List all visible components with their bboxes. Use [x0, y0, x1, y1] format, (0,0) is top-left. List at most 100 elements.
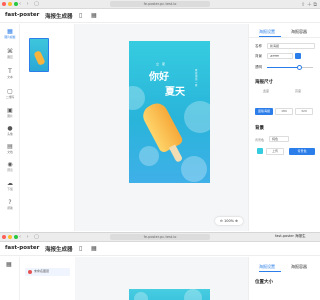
sidebar-item-image[interactable]: ▣ 图片: [0, 107, 20, 118]
sidebar-item-document[interactable]: ▤ 文档: [0, 143, 20, 154]
zoom-in-icon[interactable]: ⊕: [234, 219, 238, 223]
layer-list-item[interactable]: 未命名图层: [25, 268, 70, 276]
popsicle-thumbnail-image: [33, 50, 46, 66]
decor-bubble: [184, 101, 210, 133]
document-icon[interactable]: ▯: [79, 245, 82, 252]
page-thumbnails: [20, 24, 75, 231]
sidebar-item-text[interactable]: T 文本: [0, 68, 20, 79]
zoom-window-button[interactable]: [14, 235, 18, 239]
address-bar[interactable]: fe.poster.pc-test.io: [110, 234, 210, 240]
bg-mode-select[interactable]: 纯色: [269, 136, 289, 142]
app-header: fast-poster 海报生成器 ▯ ▦: [0, 9, 320, 23]
templates-icon[interactable]: ▦: [6, 261, 12, 268]
browser-window-secondary: ‹ › ▢ fe.poster.pc-test.io fast-poster 海…: [0, 232, 320, 300]
sidebar-item-templates[interactable]: ▦ 图片模板: [0, 28, 20, 39]
app-subtitle: 海报生成器: [45, 247, 73, 253]
active-tab-underline: [259, 36, 281, 37]
size-section-title: 海报尺寸: [255, 80, 273, 85]
tab-poster-container[interactable]: 海报容器: [291, 264, 307, 270]
grid-icon[interactable]: ▦: [91, 245, 97, 252]
layer-name: 未命名图层: [34, 269, 50, 273]
properties-panel: 海报设置 海报容器 名称 新海报 背景 #ffffff 透明 海报尺寸 宽度 高…: [248, 24, 320, 231]
sidebar-item-label: 图片模板: [4, 35, 16, 39]
sidebar-item-avatar[interactable]: ● 头像: [0, 125, 20, 136]
poster-canvas-top[interactable]: [129, 289, 210, 300]
tab-poster-settings[interactable]: 海报设置: [259, 29, 275, 35]
bg-color-button[interactable]: 背景色: [289, 148, 315, 155]
eye-icon: ◉: [7, 161, 13, 168]
image-icon: ▣: [7, 107, 13, 114]
sidebar-item-label: 文本: [7, 75, 13, 79]
tab-poster-container[interactable]: 海报容器: [291, 29, 307, 35]
browser-window-main: ‹ › ▢ fe.poster.pc-test.io ⇪ ＋ ⧉ fast-po…: [0, 0, 320, 231]
page-thumbnail[interactable]: [29, 38, 49, 72]
size-width-button[interactable]: 180: [275, 108, 293, 115]
browser-nav-icons[interactable]: ‹ › ▢: [19, 234, 41, 240]
sidebar-item-download[interactable]: ☁ 下载: [0, 180, 20, 191]
qrcode-icon: ▢: [7, 88, 13, 95]
sidebar: ▦: [0, 257, 20, 300]
browser-toolbar: ‹ › ▢ fe.poster.pc-test.io ⇪ ＋ ⧉: [0, 0, 320, 9]
name-field[interactable]: 新海报: [267, 43, 315, 49]
cloud-download-icon: ☁: [7, 180, 13, 187]
poster-small-text[interactable]: 立 夏: [156, 62, 166, 66]
width-label: 宽度: [263, 89, 270, 93]
minimize-window-button[interactable]: [8, 235, 12, 239]
sidebar-item-label: 二维码: [5, 95, 15, 99]
sidebar-item-help[interactable]: ? 帮助: [0, 199, 20, 210]
decor-bubble: [129, 86, 145, 110]
bg-label: 背景: [255, 54, 262, 58]
tab-poster-settings[interactable]: 海报设置: [259, 264, 275, 270]
sidebar-item-label: 图层: [7, 55, 13, 59]
sidebar-item-label: 帮助: [7, 206, 13, 210]
decor-bubble: [139, 146, 159, 166]
opacity-slider-knob[interactable]: [296, 65, 302, 70]
opacity-slider[interactable]: [267, 65, 313, 70]
window-controls: [2, 2, 18, 6]
browser-toolbar: ‹ › ▢ fe.poster.pc-test.io fast-poster 海…: [0, 233, 320, 242]
poster-headline-1[interactable]: 你好: [149, 68, 169, 83]
poster-vertical-text[interactable]: 夏日清凉一夏: [195, 69, 198, 87]
opacity-label: 透明: [255, 65, 262, 69]
templates-icon: ▦: [7, 28, 13, 35]
decor-bubble: [181, 156, 207, 182]
poster-canvas[interactable]: 立 夏 你好 夏天 夏日清凉一夏: [129, 41, 210, 183]
browser-actions-icons[interactable]: ⇪ ＋ ⧉: [301, 1, 317, 8]
sidebar-item-qrcode[interactable]: ▢ 二维码: [0, 88, 20, 99]
grid-icon[interactable]: ▦: [91, 12, 97, 19]
sidebar-item-label: 文档: [7, 150, 13, 154]
decor-bubble: [184, 289, 202, 300]
document-icon: ▤: [7, 143, 13, 150]
avatar-icon: ●: [7, 125, 13, 132]
bg-mode-label: 背景色: [255, 138, 265, 142]
sidebar-item-preview[interactable]: ◉ 预览: [0, 161, 20, 172]
size-preset-portrait-button[interactable]: 竖版海报: [255, 108, 273, 115]
minimize-window-button[interactable]: [8, 2, 12, 6]
bg-color-field[interactable]: #ffffff: [267, 53, 293, 59]
app-subtitle: 海报生成器: [45, 14, 73, 20]
size-height-button[interactable]: 320: [295, 108, 313, 115]
address-bar[interactable]: fe.poster.pc-test.io: [110, 1, 210, 7]
opacity-slider-fill: [267, 67, 300, 68]
close-window-button[interactable]: [2, 2, 6, 6]
browser-nav-icons[interactable]: ‹ › ▢: [19, 1, 41, 7]
name-label: 名称: [255, 44, 262, 48]
upload-button[interactable]: 上传: [266, 148, 284, 155]
position-size-section-title: 位置大小: [255, 280, 273, 285]
poster-headline-2[interactable]: 夏天: [165, 83, 185, 98]
document-icon[interactable]: ▯: [79, 12, 82, 19]
sidebar: ▦ 图片模板 ⌘ 图层 T 文本 ▢ 二维码 ▣ 图片 ● 头像 ▤ 文档 ◉: [0, 24, 20, 231]
zoom-window-button[interactable]: [14, 2, 18, 6]
close-window-button[interactable]: [2, 235, 6, 239]
sidebar-item-label: 下载: [7, 187, 13, 191]
browser-tab-title[interactable]: fast-poster 海报生: [275, 234, 306, 239]
app-title: fast-poster: [5, 245, 40, 251]
properties-panel: 海报设置 海报容器 位置大小: [248, 257, 320, 300]
sidebar-item-layers[interactable]: ⌘ 图层: [0, 48, 20, 59]
zoom-control[interactable]: ⊖ 100% ⊕: [215, 217, 243, 225]
color-picker-swatch[interactable]: [295, 53, 301, 59]
bg-color-swatch[interactable]: [257, 148, 263, 154]
sidebar-item-label: 头像: [7, 132, 13, 136]
canvas-area[interactable]: 立 夏 你好 夏天 夏日清凉一夏 ⊖ 100% ⊕: [75, 24, 248, 231]
background-section-title: 背景: [255, 126, 264, 131]
